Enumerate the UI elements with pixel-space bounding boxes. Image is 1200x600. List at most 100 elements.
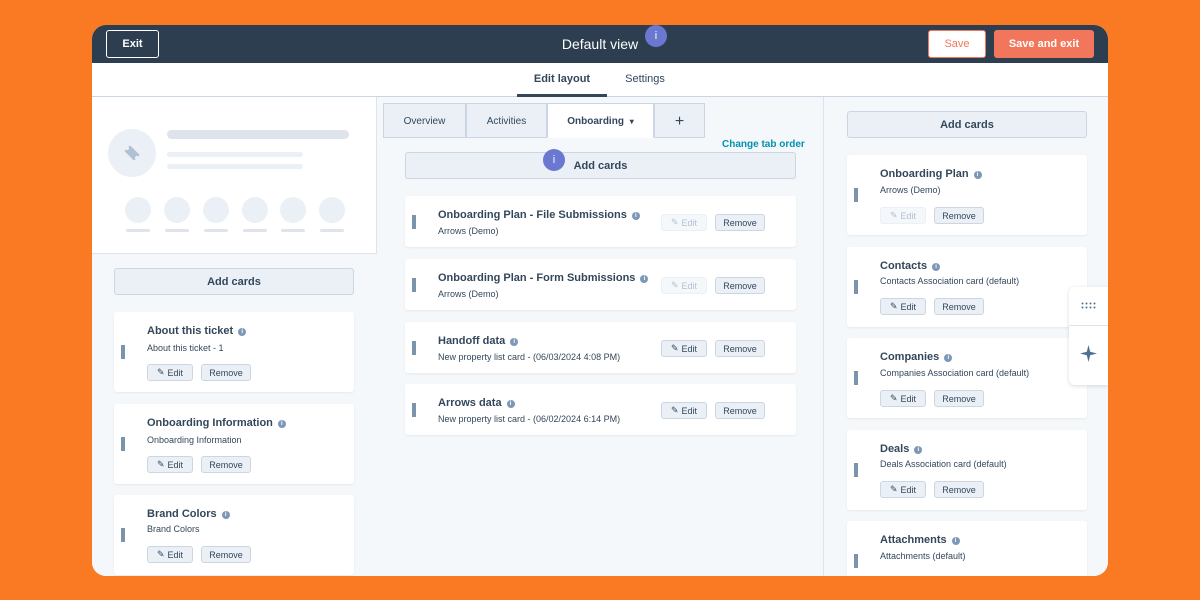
remove-button[interactable]: Remove <box>715 277 765 294</box>
save-button[interactable]: Save <box>928 30 986 58</box>
edit-button[interactable]: ✎ Edit <box>880 390 926 407</box>
edit-button[interactable]: ✎ Edit <box>147 364 193 381</box>
card-deals[interactable]: Deals i Deals Association card (default) … <box>847 430 1087 510</box>
app-window: Exit Default view i Save Save and exit E… <box>92 25 1108 576</box>
remove-button[interactable]: Remove <box>715 214 765 231</box>
card-onboarding-information[interactable]: Onboarding Information i Onboarding Infor… <box>114 404 354 484</box>
tab-overview[interactable]: Overview <box>383 103 466 138</box>
card-subtitle: Attachments (default) <box>880 551 966 561</box>
action-label-placeholder <box>126 229 150 232</box>
drag-handle-icon[interactable] <box>854 554 858 568</box>
name-placeholder <box>167 130 349 139</box>
edit-label: Edit <box>681 405 698 416</box>
edit-button: ✎ Edit <box>661 277 707 294</box>
card-attachments[interactable]: Attachments i Attachments (default) <box>847 521 1087 576</box>
edit-button[interactable]: ✎ Edit <box>661 340 707 357</box>
pencil-icon: ✎ <box>889 210 898 220</box>
drag-handle-icon[interactable] <box>121 437 125 451</box>
edit-label: Edit <box>681 343 698 354</box>
pencil-icon: ✎ <box>670 280 679 290</box>
remove-button[interactable]: Remove <box>934 207 984 224</box>
info-icon: i <box>277 420 286 428</box>
card-subtitle: New property list card - (06/03/2024 4:0… <box>438 352 621 362</box>
info-badge-icon[interactable]: i <box>543 149 565 171</box>
change-tab-order-link[interactable]: Change tab order <box>722 139 805 150</box>
card-title: Onboarding Plan - File Submissions i <box>438 209 640 221</box>
add-cards-button[interactable]: Add cards <box>847 111 1087 138</box>
edit-label: Edit <box>900 484 917 495</box>
drag-handle-icon[interactable] <box>412 278 416 292</box>
card-subtitle: Onboarding Information <box>147 435 242 445</box>
pencil-icon: ✎ <box>889 393 898 403</box>
editor-tabs: Edit layout Settings <box>92 63 1108 97</box>
card-title: Onboarding Plan - Form Submissions i <box>438 272 649 284</box>
drag-handle-icon[interactable] <box>854 280 858 294</box>
pencil-icon: ✎ <box>156 367 165 377</box>
remove-button[interactable]: Remove <box>201 546 251 563</box>
save-and-exit-button[interactable]: Save and exit <box>994 30 1094 58</box>
add-cards-button[interactable]: Add cards <box>405 152 796 179</box>
tab-settings[interactable]: Settings <box>618 63 672 97</box>
card-title: Contacts i <box>880 260 941 272</box>
card-about-this-ticket[interactable]: About this ticket i About this ticket - 1… <box>114 312 354 392</box>
drag-handle-icon[interactable] <box>854 371 858 385</box>
sparkle-icon[interactable] <box>1080 345 1097 362</box>
card-title-text: Onboarding Plan - File Submissions <box>438 209 627 221</box>
drag-handle-icon[interactable] <box>412 215 416 229</box>
remove-button[interactable]: Remove <box>934 481 984 498</box>
remove-button[interactable]: Remove <box>934 390 984 407</box>
info-icon: i <box>510 338 519 346</box>
tab-edit-layout[interactable]: Edit layout <box>517 63 607 97</box>
drag-handle-icon[interactable] <box>412 341 416 355</box>
edit-label: Edit <box>167 459 184 470</box>
info-icon: i <box>506 400 515 408</box>
edit-button[interactable]: ✎ Edit <box>880 298 926 315</box>
pencil-icon: ✎ <box>156 459 165 469</box>
remove-button[interactable]: Remove <box>201 364 251 381</box>
edit-button[interactable]: ✎ Edit <box>147 456 193 473</box>
card-onboarding-plan[interactable]: Onboarding Plan i Arrows (Demo) ✎ Edit Rem… <box>847 155 1087 235</box>
card-title-text: Contacts <box>880 260 928 272</box>
grid-dots-icon[interactable] <box>1081 302 1096 310</box>
card-handoff-data[interactable]: Handoff data i New property list card - (… <box>405 322 796 373</box>
card-arrows-data[interactable]: Arrows data i New property list card - (0… <box>405 384 796 435</box>
info-icon: i <box>932 263 941 271</box>
action-placeholder <box>280 197 306 223</box>
edit-label: Edit <box>681 280 698 291</box>
drag-handle-icon[interactable] <box>121 528 125 542</box>
left-card-list: Add cards About this ticket i About this … <box>92 254 377 576</box>
drag-handle-icon[interactable] <box>412 403 416 417</box>
info-badge-icon[interactable]: i <box>645 25 667 47</box>
middle-column: Overview Activities Onboarding ▾ + Chang… <box>377 97 823 576</box>
card-title-text: About this ticket <box>147 325 234 337</box>
edit-button[interactable]: ✎ Edit <box>147 546 193 563</box>
card-title-text: Brand Colors <box>147 508 217 520</box>
card-subtitle: Arrows (Demo) <box>438 226 499 236</box>
tab-onboarding[interactable]: Onboarding ▾ <box>547 103 654 138</box>
action-label-placeholder <box>281 229 305 232</box>
drag-handle-icon[interactable] <box>854 463 858 477</box>
remove-button[interactable]: Remove <box>201 456 251 473</box>
tab-activities[interactable]: Activities <box>466 103 547 138</box>
card-onboarding-plan-form-submissions[interactable]: Onboarding Plan - Form Submissions i Arro… <box>405 259 796 310</box>
card-brand-colors[interactable]: Brand Colors i Brand Colors ✎ Edit Remove <box>114 495 354 575</box>
card-contacts[interactable]: Contacts i Contacts Association card (def… <box>847 247 1087 327</box>
edit-button: ✎ Edit <box>661 214 707 231</box>
edit-button[interactable]: ✎ Edit <box>880 481 926 498</box>
card-onboarding-plan-file-submissions[interactable]: Onboarding Plan - File Submissions i Arro… <box>405 196 796 247</box>
drag-handle-icon[interactable] <box>121 345 125 359</box>
drag-handle-icon[interactable] <box>854 188 858 202</box>
card-title: Onboarding Information i <box>147 417 286 429</box>
edit-label: Edit <box>900 210 917 221</box>
remove-button[interactable]: Remove <box>715 402 765 419</box>
card-companies[interactable]: Companies i Companies Association card (d… <box>847 338 1087 418</box>
remove-button[interactable]: Remove <box>715 340 765 357</box>
add-cards-button[interactable]: Add cards <box>114 268 354 295</box>
action-label-placeholder <box>165 229 189 232</box>
edit-button[interactable]: ✎ Edit <box>661 402 707 419</box>
remove-button[interactable]: Remove <box>934 298 984 315</box>
info-icon: i <box>238 328 247 336</box>
add-tab-button[interactable]: + <box>654 103 705 138</box>
card-title: Deals i <box>880 443 923 455</box>
card-title-text: Onboarding Information <box>147 417 273 429</box>
